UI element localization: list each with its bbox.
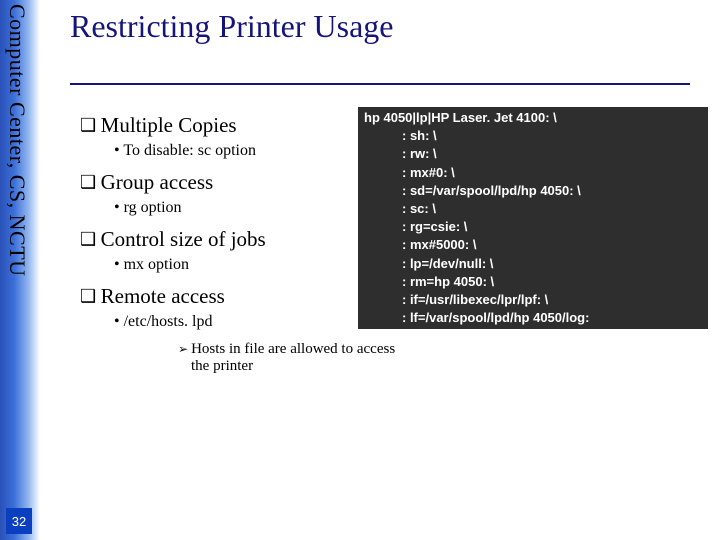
code-line: : lf=/var/spool/lpd/hp 4050/log:: [364, 309, 702, 327]
code-line: : sc: \: [364, 200, 702, 218]
code-line: hp 4050|lp|HP Laser. Jet 4100: \: [364, 110, 557, 125]
slide-content: Restricting Printer Usage Multiple Copie…: [70, 8, 708, 377]
bullet-list: Multiple Copies To disable: sc option Gr…: [70, 107, 350, 377]
subbullet-rg-option: rg option: [114, 199, 350, 217]
subbullet-hosts-lpd: /etc/hosts. lpd: [114, 313, 350, 331]
bullet-multiple-copies: Multiple Copies: [80, 113, 350, 138]
bullet-remote-access: Remote access: [80, 284, 350, 309]
bullet-group-access: Group access: [80, 170, 350, 195]
page-number-badge: 32: [6, 508, 32, 534]
code-line: : rg=csie: \: [364, 218, 702, 236]
code-line: : mx#0: \: [364, 164, 702, 182]
subbullet-sc-option: To disable: sc option: [114, 142, 350, 160]
subsubbullet-hosts-allowed: Hosts in file are allowed to access the …: [178, 341, 398, 375]
code-line: : if=/usr/libexec/lpr/lpf: \: [364, 291, 702, 309]
printcap-code-block: hp 4050|lp|HP Laser. Jet 4100: \ : sh: \…: [358, 107, 708, 329]
code-line: : lp=/dev/null: \: [364, 255, 702, 273]
code-line: : sd=/var/spool/lpd/hp 4050: \: [364, 182, 702, 200]
slide-title: Restricting Printer Usage: [70, 8, 708, 55]
subbullet-mx-option: mx option: [114, 256, 350, 274]
code-line: : rm=hp 4050: \: [364, 273, 702, 291]
title-underline: [70, 83, 690, 85]
code-line: : mx#5000: \: [364, 236, 702, 254]
code-line: : rw: \: [364, 145, 702, 163]
bullet-control-size: Control size of jobs: [80, 227, 350, 252]
code-line: : sh: \: [364, 127, 702, 145]
sidebar-org-text: Computer Center, CS, NCTU: [4, 4, 30, 277]
